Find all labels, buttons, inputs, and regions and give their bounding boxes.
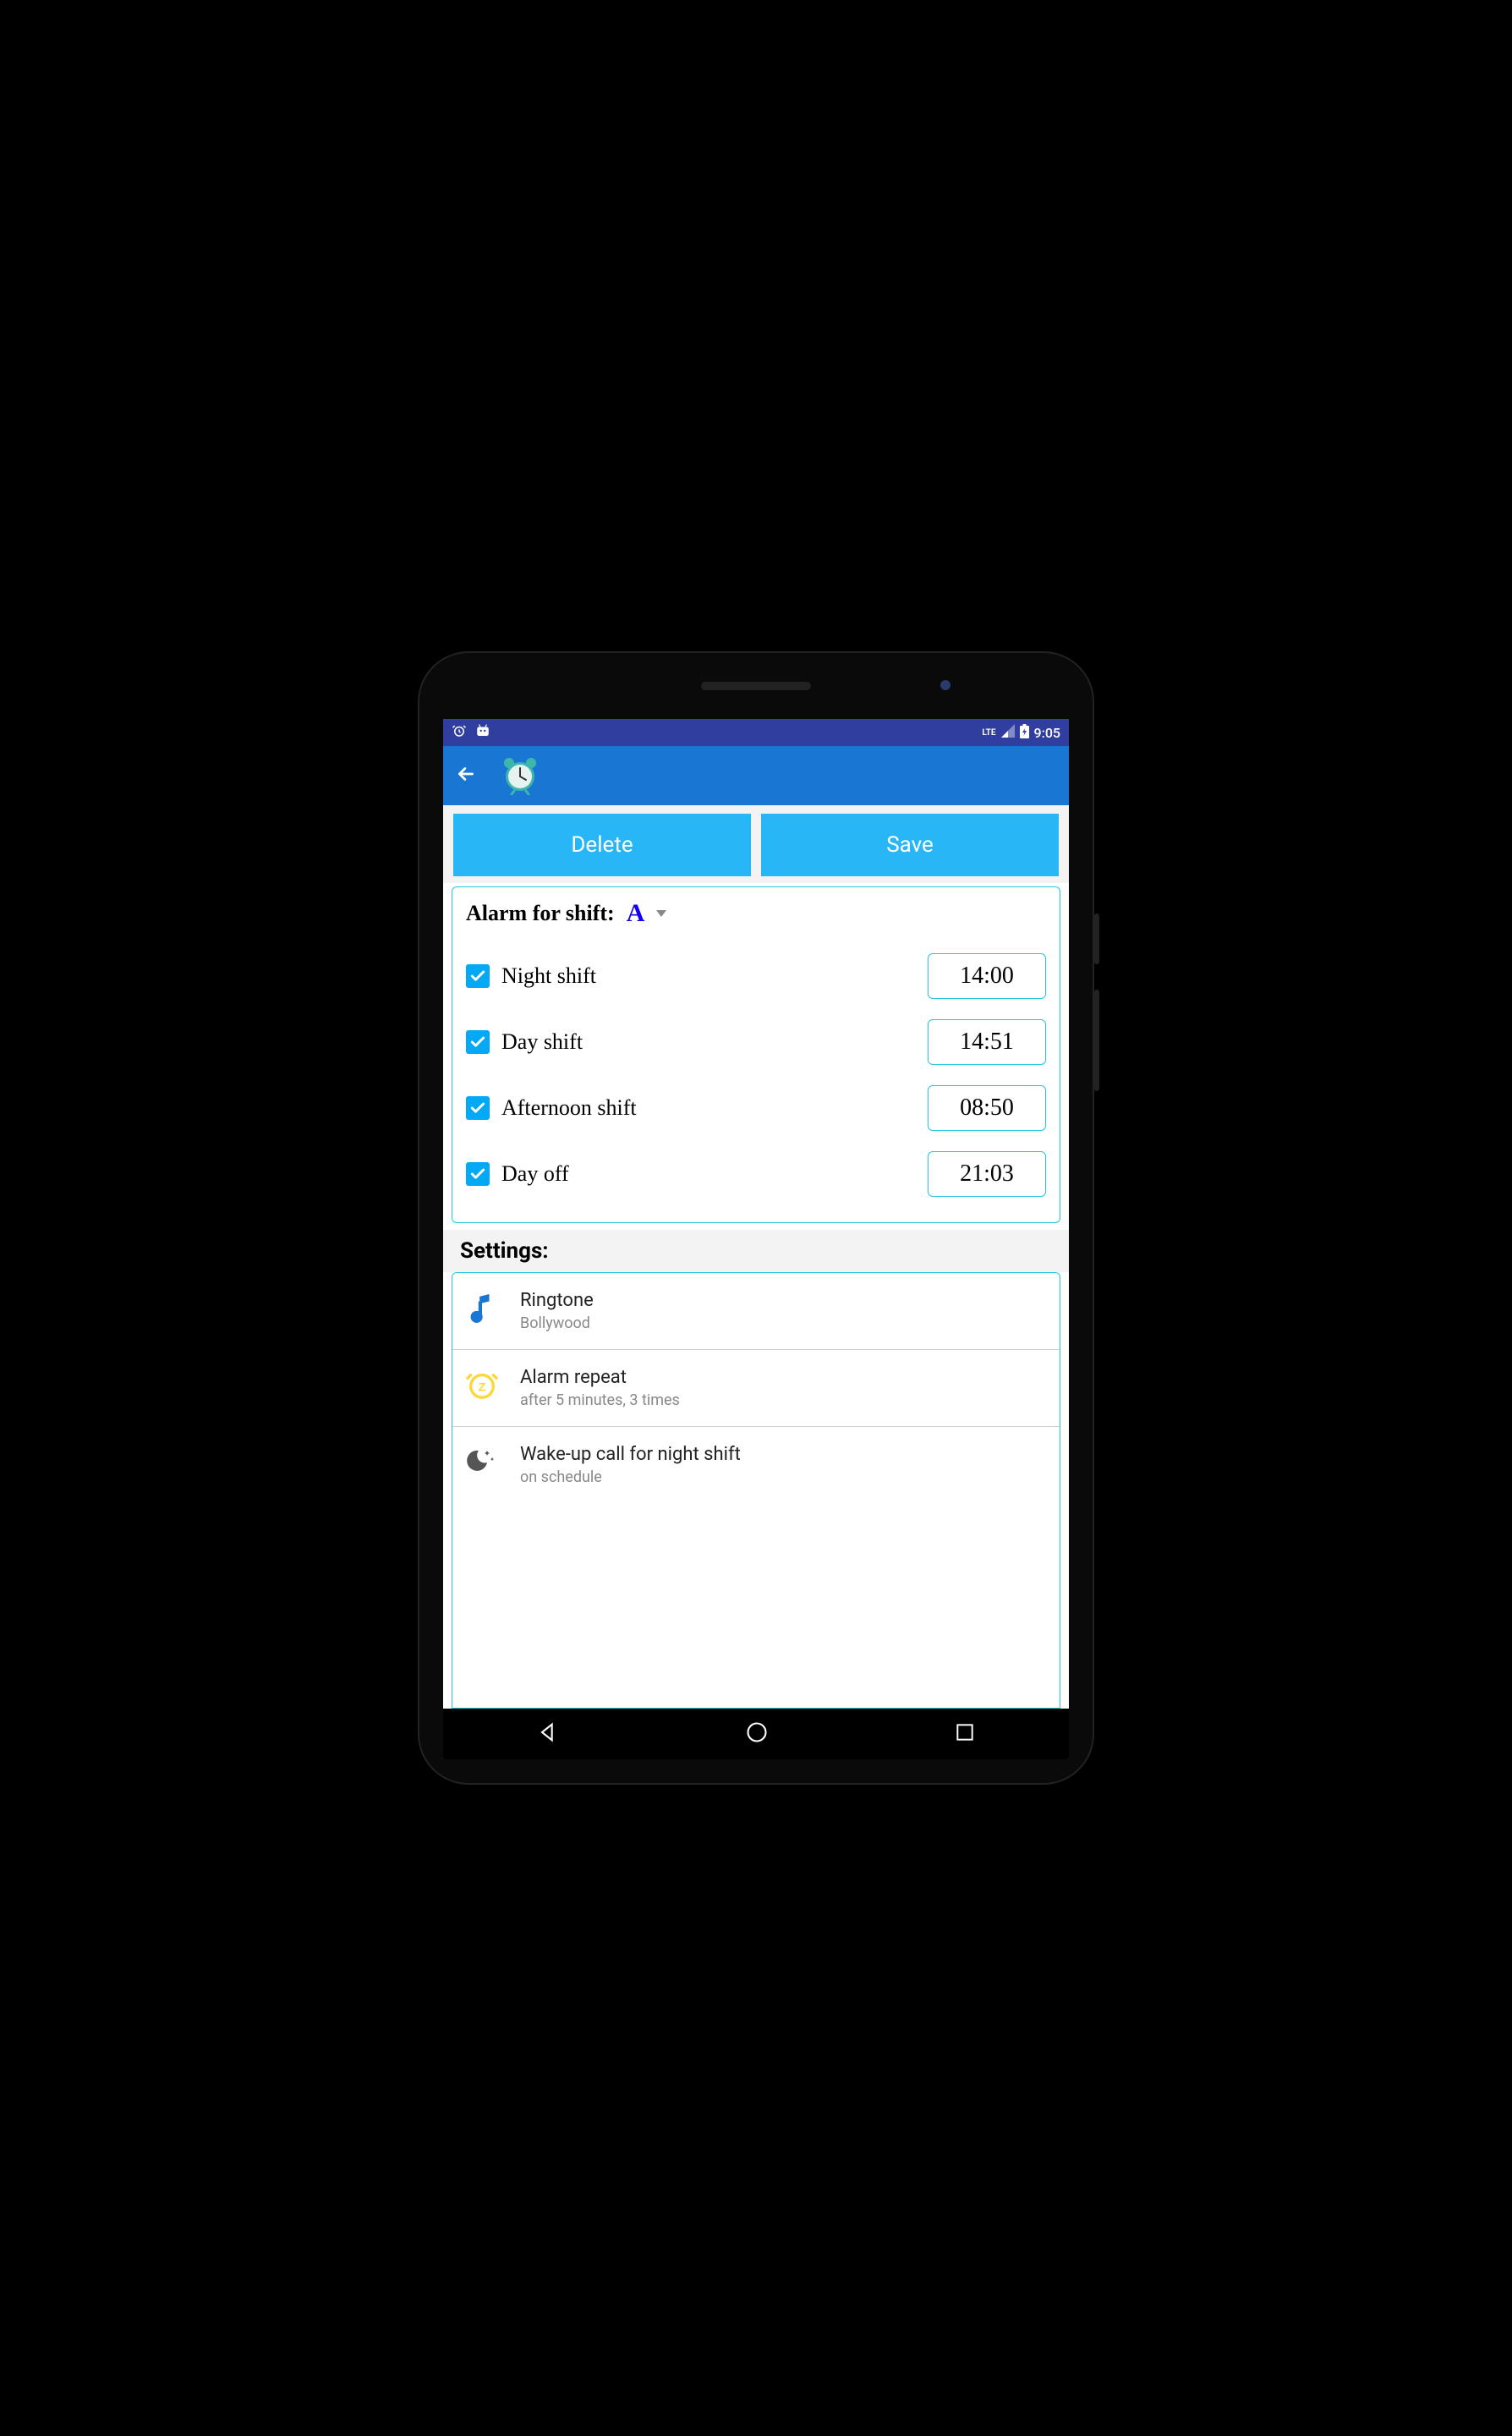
time-input[interactable]: 14:51 [928, 1019, 1046, 1065]
shift-dropdown[interactable]: A [627, 899, 645, 928]
status-time: 9:05 [1034, 725, 1061, 741]
shift-row: Day off 21:03 [466, 1141, 1046, 1207]
settings-subtitle: after 5 minutes, 3 times [520, 1391, 680, 1409]
shift-selected-value: A [627, 899, 645, 927]
music-note-icon [466, 1290, 498, 1325]
shift-card: Alarm for shift: A Night shift 14:00 Day s… [452, 886, 1060, 1223]
moon-stars-icon [466, 1444, 498, 1476]
shift-label: Day off [501, 1161, 569, 1187]
app-bar [443, 746, 1069, 805]
settings-text: Alarm repeat after 5 minutes, 3 times [520, 1367, 680, 1409]
action-row: Delete Save [443, 805, 1069, 883]
delete-button[interactable]: Delete [453, 814, 751, 876]
settings-row[interactable]: Z Alarm repeat after 5 minutes, 3 times [452, 1350, 1060, 1427]
settings-card: Ringtone Bollywood Z Alarm repeat after 5 mi… [452, 1272, 1060, 1709]
settings-text: Ringtone Bollywood [520, 1290, 594, 1332]
shift-checkbox[interactable] [466, 1162, 490, 1186]
shift-label: Night shift [501, 963, 596, 989]
shift-checkbox[interactable] [466, 964, 490, 988]
battery-charging-icon [1020, 724, 1029, 742]
time-input[interactable]: 08:50 [928, 1085, 1046, 1131]
svg-text:Z: Z [479, 1381, 486, 1395]
shift-row: Day shift 14:51 [466, 1009, 1046, 1075]
shift-checkbox[interactable] [466, 1030, 490, 1054]
android-face-icon [475, 724, 490, 741]
back-button[interactable] [455, 763, 477, 788]
settings-title: Alarm repeat [520, 1367, 680, 1388]
volume-button [1094, 990, 1099, 1091]
phone-frame: LTE 9:05 [418, 651, 1094, 1785]
shift-header: Alarm for shift: A [466, 899, 1046, 928]
screen: LTE 9:05 [443, 719, 1069, 1709]
time-input[interactable]: 14:00 [928, 953, 1046, 999]
power-button [1094, 914, 1099, 964]
chevron-down-icon[interactable] [656, 910, 666, 917]
shift-label: Afternoon shift [501, 1095, 637, 1121]
nav-home-button[interactable] [745, 1720, 769, 1747]
snooze-icon: Z [466, 1367, 498, 1401]
shift-checkbox[interactable] [466, 1096, 490, 1120]
nav-back-button[interactable] [536, 1720, 560, 1747]
settings-header: Settings: [443, 1230, 1069, 1272]
time-input[interactable]: 21:03 [928, 1151, 1046, 1197]
settings-subtitle: Bollywood [520, 1314, 594, 1332]
network-lte-label: LTE [982, 728, 995, 738]
phone-speaker [701, 682, 811, 690]
status-bar: LTE 9:05 [443, 719, 1069, 746]
phone-camera [940, 680, 950, 690]
shift-row: Afternoon shift 08:50 [466, 1075, 1046, 1141]
settings-title: Wake-up call for night shift [520, 1444, 741, 1465]
save-button[interactable]: Save [761, 814, 1059, 876]
shift-label: Day shift [501, 1029, 583, 1055]
settings-row[interactable]: Wake-up call for night shift on schedule [452, 1427, 1060, 1503]
alarm-status-icon [452, 723, 467, 742]
nav-recent-button[interactable] [954, 1721, 976, 1747]
settings-text: Wake-up call for night shift on schedule [520, 1444, 741, 1486]
settings-subtitle: on schedule [520, 1468, 741, 1486]
shift-row: Night shift 14:00 [466, 943, 1046, 1009]
settings-row[interactable]: Ringtone Bollywood [452, 1273, 1060, 1350]
shift-header-label: Alarm for shift: [466, 901, 615, 926]
android-nav-bar [443, 1709, 1069, 1759]
signal-icon [1001, 724, 1015, 741]
settings-title: Ringtone [520, 1290, 594, 1311]
app-logo-alarm-clock-icon [499, 753, 541, 798]
